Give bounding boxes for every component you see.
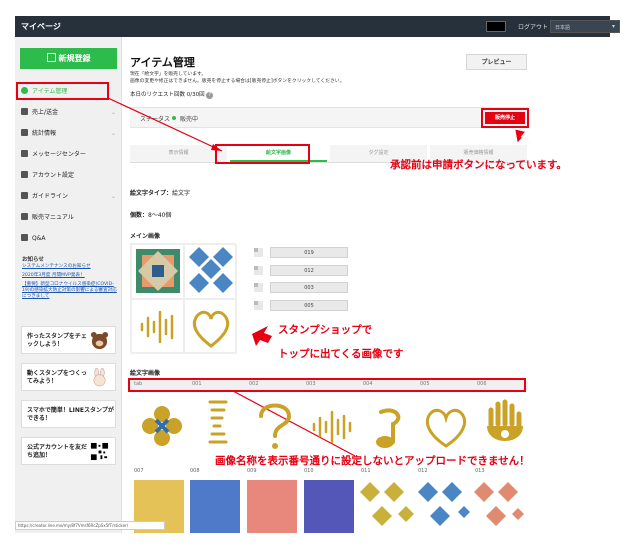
number-label: 013 (475, 468, 485, 474)
heart-image (192, 310, 230, 348)
number-label: 007 (134, 468, 144, 474)
emoji-blue-square-image (190, 480, 240, 533)
main-image-label: メイン画像 (130, 233, 161, 240)
row-thumb (254, 301, 263, 310)
number-label: 008 (190, 468, 200, 474)
highlight-box-numbers (128, 378, 526, 392)
arrow-line-sidebar-to-tab (107, 97, 223, 152)
main-image-row: 003 (254, 282, 354, 293)
emoji-clover-image (142, 406, 182, 446)
emoji-indigo-square-image (304, 480, 354, 533)
annotation-shop-2: トップに出てくる画像です (278, 348, 404, 360)
arrow-icon-main-image (252, 326, 272, 346)
row-thumb (254, 283, 263, 292)
main-image-row: 012 (254, 265, 354, 276)
emoji-type-label: 絵文字タイプ： (130, 190, 173, 197)
status-url: https://creator.line.me/my/8f7Vmsf6RcZpS… (15, 521, 165, 530)
row-number[interactable]: 005 (270, 300, 348, 311)
emoji-diamonds-images (360, 482, 524, 526)
emoji-salmon-square-image (247, 480, 297, 533)
row-number[interactable]: 012 (270, 265, 348, 276)
main-image-cell (184, 299, 237, 354)
diamonds-image (189, 247, 233, 293)
emoji-type-field: 絵文字タイプ：絵文字 (130, 188, 190, 197)
number-label: 010 (304, 468, 314, 474)
row-number[interactable]: 003 (270, 282, 348, 293)
emoji-question-image (259, 403, 292, 449)
main-image-cell (184, 244, 237, 299)
count-field: 個数：8〜40個 (130, 210, 171, 219)
annotation-shop-1: スタンプショップで (278, 324, 373, 336)
emoji-hamsa-image (487, 399, 523, 441)
main-image-row: 019 (254, 247, 354, 258)
count-value: 8〜40個 (148, 212, 172, 219)
arrow-head-icon (211, 144, 222, 151)
emoji-type-value: 絵文字 (172, 190, 191, 197)
main-image-label-wrap: メイン画像 (130, 231, 160, 240)
count-label: 個数： (130, 212, 149, 219)
emoji-heart-image (425, 408, 467, 448)
emoji-note-image (376, 408, 401, 448)
emoji-lines-image (208, 400, 228, 444)
main-image-cell (131, 299, 184, 354)
number-label: 011 (361, 468, 371, 474)
row-thumb (254, 248, 263, 257)
emoji-image-label: 絵文字画像 (130, 370, 161, 377)
row-number[interactable]: 019 (270, 247, 348, 258)
annotation-naming: 画像名称を表示番号通りに設定しないとアップロードできません！ (215, 455, 530, 467)
main-image-grid (130, 243, 237, 354)
number-label: 012 (418, 468, 428, 474)
arrow-icon-stop (515, 129, 535, 147)
row-thumb (254, 266, 263, 275)
main-image-cell (131, 244, 184, 299)
tile-image (136, 249, 180, 293)
main-image-row: 005 (254, 300, 354, 311)
emoji-sound-wave-image (312, 410, 352, 444)
number-label: 009 (247, 468, 257, 474)
sound-wave-image (140, 310, 174, 344)
